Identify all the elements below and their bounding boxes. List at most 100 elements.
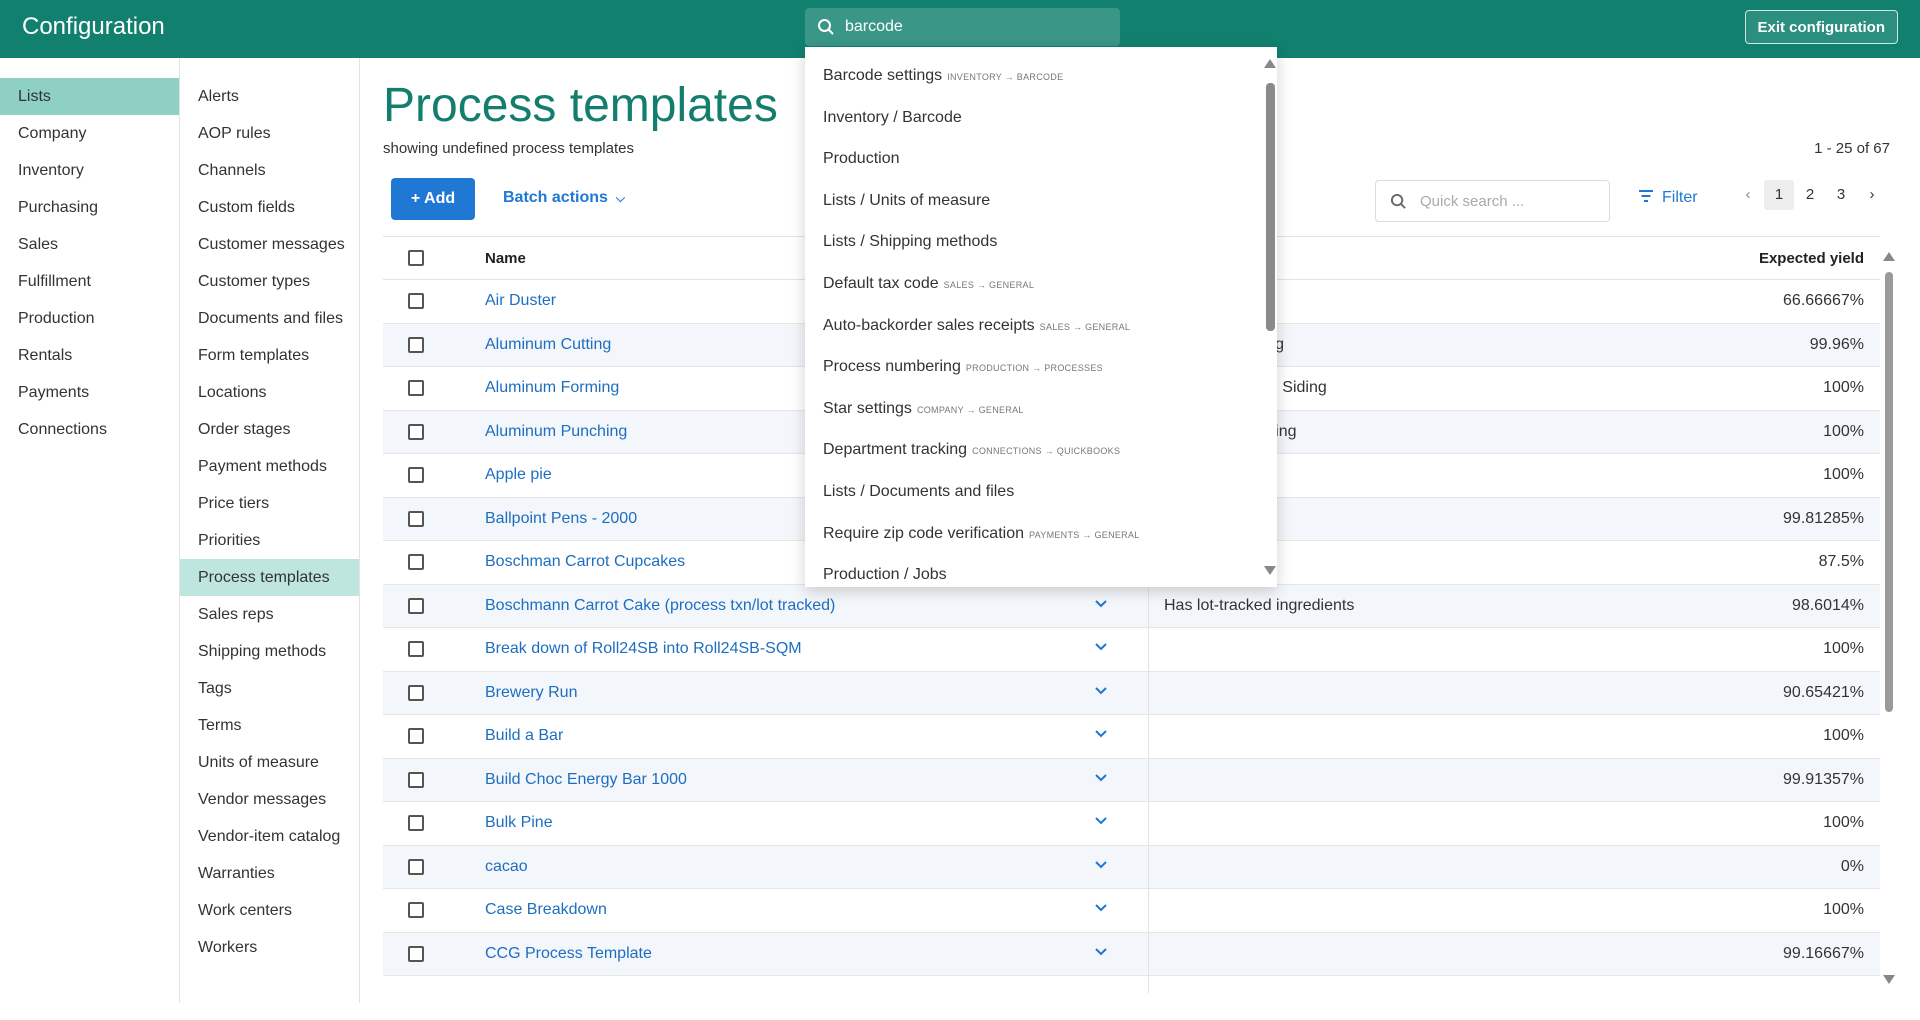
row-checkbox[interactable] [408,510,424,527]
nav-item-lists[interactable]: Lists [0,78,179,115]
sidebar-item-priorities[interactable]: Priorities [180,522,359,559]
table-row[interactable]: CCG Process Template 99.16667% [383,932,1880,976]
global-search[interactable] [805,8,1120,46]
nav-item-connections[interactable]: Connections [0,411,179,448]
scroll-up-icon[interactable] [1264,59,1276,68]
nav-item-production[interactable]: Production [0,300,179,337]
search-result-item[interactable]: Require zip code verification PAYMENTS → … [805,513,1277,555]
filter-button[interactable]: Filter [1638,189,1698,207]
search-result-item[interactable]: Department tracking CONNECTIONS → QUICKBO… [805,429,1277,471]
nav-item-fulfillment[interactable]: Fulfillment [0,263,179,300]
row-checkbox[interactable] [408,641,424,657]
chevron-down-icon[interactable] [1093,899,1109,915]
table-row[interactable]: Bulk Pine 100% [383,802,1880,846]
row-checkbox[interactable] [408,597,424,614]
sidebar-item-documents-and-files[interactable]: Documents and files [180,300,359,337]
nav-item-company[interactable]: Company [0,115,179,152]
chevron-down-icon[interactable] [1093,595,1109,611]
sidebar-item-workers[interactable]: Workers [180,929,359,966]
scroll-down-icon[interactable] [1883,975,1895,984]
template-name-link[interactable]: Aluminum Cutting [485,336,611,354]
quick-search-input[interactable] [1420,191,1600,211]
select-all-checkbox[interactable] [408,250,424,266]
template-name-link[interactable]: Case Breakdown [485,901,607,919]
sidebar-item-alerts[interactable]: Alerts [180,78,359,115]
template-name-link[interactable]: Build Choc Energy Bar 1000 [485,771,687,789]
search-result-item[interactable]: Star settings COMPANY → GENERAL [805,388,1277,430]
table-row[interactable]: Build Choc Energy Bar 1000 99.91357% [383,758,1880,802]
chevron-down-icon[interactable] [1093,856,1109,872]
page-2[interactable]: 2 [1795,180,1825,210]
nav-item-rentals[interactable]: Rentals [0,337,179,374]
table-row[interactable]: Case Breakdown 100% [383,889,1880,933]
search-result-item[interactable]: Lists / Documents and files [805,471,1277,513]
quick-search[interactable] [1375,180,1610,222]
sidebar-item-custom-fields[interactable]: Custom fields [180,189,359,226]
exit-configuration-button[interactable]: Exit configuration [1744,10,1898,44]
search-result-item[interactable]: Default tax code SALES → GENERAL [805,263,1277,305]
table-row[interactable]: cacao 0% [383,845,1880,889]
sidebar-item-channels[interactable]: Channels [180,152,359,189]
chevron-down-icon[interactable] [1093,682,1109,698]
chevron-down-icon[interactable] [1093,769,1109,785]
table-row[interactable]: Build a Bar 100% [383,715,1880,759]
search-result-item[interactable]: Barcode settings INVENTORY → BARCODE [805,55,1277,97]
sidebar-item-vendor-messages[interactable]: Vendor messages [180,781,359,818]
sidebar-item-form-templates[interactable]: Form templates [180,337,359,374]
row-checkbox[interactable] [408,380,424,396]
row-checkbox[interactable] [408,293,424,309]
search-result-item[interactable]: Auto-backorder sales receipts SALES → GEN… [805,305,1277,347]
chevron-down-icon[interactable] [1093,638,1109,654]
sidebar-item-terms[interactable]: Terms [180,707,359,744]
scroll-down-icon[interactable] [1264,566,1276,575]
row-checkbox[interactable] [408,684,424,701]
sidebar-item-shipping-methods[interactable]: Shipping methods [180,633,359,670]
row-checkbox[interactable] [408,336,424,353]
sidebar-item-payment-methods[interactable]: Payment methods [180,448,359,485]
template-name-link[interactable]: Aluminum Punching [485,423,627,441]
search-result-item[interactable]: Process numbering PRODUCTION → PROCESSES [805,346,1277,388]
column-name[interactable]: Name [485,250,526,267]
search-result-item[interactable]: Production [805,138,1277,180]
sidebar-item-locations[interactable]: Locations [180,374,359,411]
batch-actions-menu[interactable]: Batch actions ⌵ [503,189,625,207]
template-name-link[interactable]: Boschman Carrot Cupcakes [485,553,685,571]
row-checkbox[interactable] [408,945,424,962]
nav-item-purchasing[interactable]: Purchasing [0,189,179,226]
chevron-down-icon[interactable] [1093,725,1109,741]
next-page-icon[interactable]: › [1857,180,1887,210]
search-result-item[interactable]: Production / Jobs [805,554,1277,596]
sidebar-item-work-centers[interactable]: Work centers [180,892,359,929]
row-checkbox[interactable] [408,902,424,918]
search-result-item[interactable]: Lists / Shipping methods [805,221,1277,263]
template-name-link[interactable]: Aluminum Forming [485,379,619,397]
template-name-link[interactable]: Bulk Pine [485,814,553,832]
row-checkbox[interactable] [408,467,424,483]
template-name-link[interactable]: cacao [485,858,528,876]
nav-item-inventory[interactable]: Inventory [0,152,179,189]
table-scrollbar[interactable] [1882,248,1896,988]
row-checkbox[interactable] [408,423,424,440]
chevron-down-icon[interactable] [1093,812,1109,828]
sidebar-item-warranties[interactable]: Warranties [180,855,359,892]
template-name-link[interactable]: Boschmann Carrot Cake (process txn/lot t… [485,597,835,615]
sidebar-item-price-tiers[interactable]: Price tiers [180,485,359,522]
page-3[interactable]: 3 [1826,180,1856,210]
global-search-input[interactable] [845,16,1105,38]
row-checkbox[interactable] [408,728,424,744]
row-checkbox[interactable] [408,858,424,875]
sidebar-item-vendor-item-catalog[interactable]: Vendor-item catalog [180,818,359,855]
scrollbar-thumb[interactable] [1266,83,1275,331]
template-name-link[interactable]: Break down of Roll24SB into Roll24SB-SQM [485,640,802,658]
column-expected-yield[interactable]: Expected yield [1759,250,1864,267]
table-row[interactable]: Break down of Roll24SB into Roll24SB-SQM… [383,628,1880,672]
template-name-link[interactable]: Brewery Run [485,684,577,702]
template-name-link[interactable]: Air Duster [485,292,556,310]
sidebar-item-process-templates[interactable]: Process templates [180,559,359,596]
row-checkbox[interactable] [408,554,424,570]
sidebar-item-tags[interactable]: Tags [180,670,359,707]
sidebar-item-customer-messages[interactable]: Customer messages [180,226,359,263]
nav-item-payments[interactable]: Payments [0,374,179,411]
table-row[interactable]: Brewery Run 90.65421% [383,671,1880,715]
search-result-item[interactable]: Lists / Units of measure [805,180,1277,222]
